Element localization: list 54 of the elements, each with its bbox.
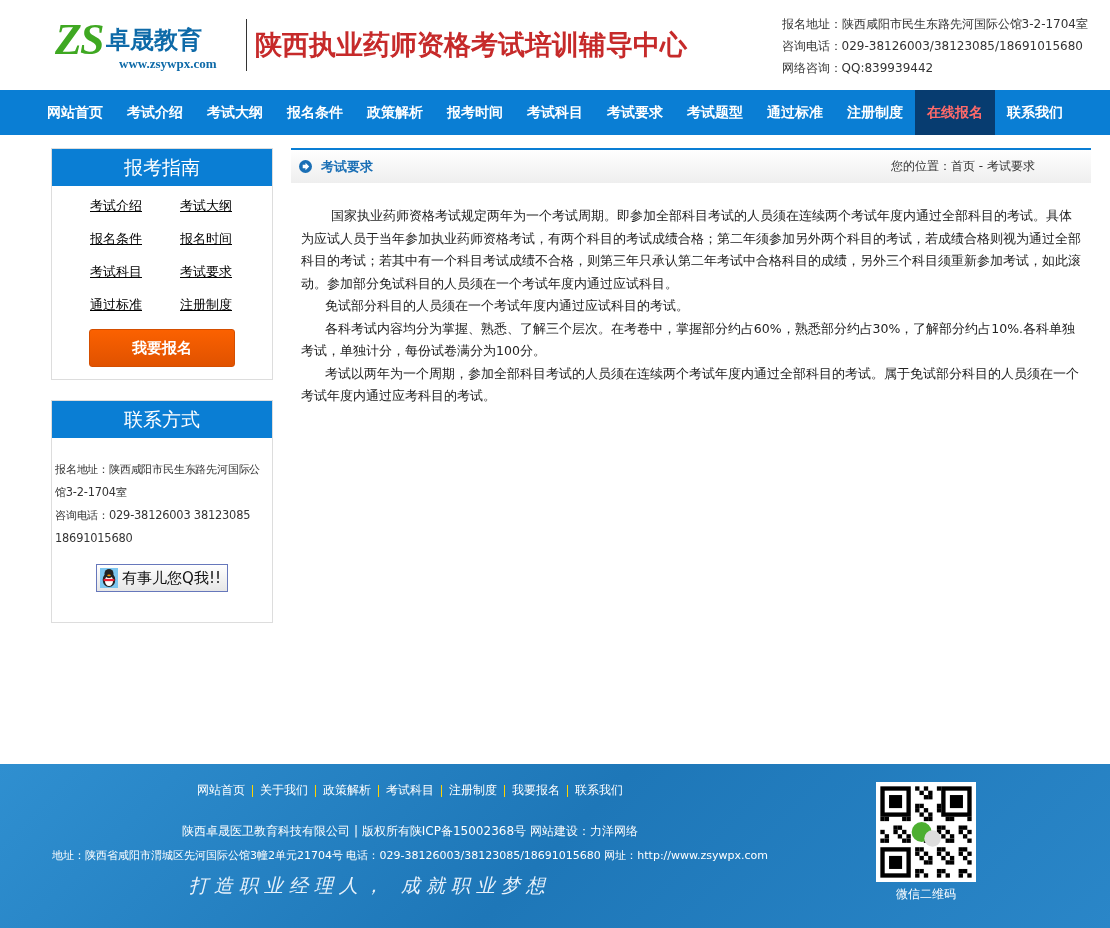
guide-link[interactable]: 报名条件 [90, 229, 142, 248]
site-title: 陕西执业药师资格考试培训辅导中心 [255, 28, 687, 62]
slogan: 打造职业经理人， 成就职业梦想 [188, 873, 551, 898]
guide-link[interactable]: 报名时间 [180, 229, 232, 248]
contact-line: 网络咨询：QQ:839939442 [781, 59, 935, 77]
contact-line: 报名地址：陕西咸阳市民生东路先河国际公馆3-2-1704室 [781, 15, 1088, 33]
footer-link[interactable]: 注册制度 [449, 782, 497, 799]
nav-link[interactable]: 网站首页 [35, 90, 115, 135]
nav-link[interactable]: 联系我们 [995, 90, 1075, 135]
qr-code-icon [876, 782, 976, 882]
arrow-circle-icon [299, 160, 312, 173]
nav-link[interactable]: 考试题型 [675, 90, 755, 135]
nav-link[interactable]: 注册制度 [835, 90, 915, 135]
article-paragraph: 国家执业药师资格考试规定两年为一个考试周期。即参加全部科目考试的人员须在连续两个考试年度内通过全部科目的考试。具体为应试人员于当年参加执业药师资格考试，有两个科目的考试成绩合格；第二年须参加另外两个科目的考试，若成绩合格则视为通过全部科目的考试；若其中有一个科目考试成绩不合格，则第三年只承认第二年考试中合格科目的成绩，另外三个科目须重新参加考试，如此滚动。参加部分免试科目的人员须在一个考试年度内通过应试科目。 [301, 207, 1081, 293]
breadcrumb: 您的位置：首页 - 考试要求 [891, 158, 1035, 175]
contact-line: 咨询电话：029-38126003/38123085/18691015680 [781, 37, 1084, 55]
panel-title: 联系方式 [52, 401, 272, 438]
penguin-icon [100, 568, 119, 588]
nav-link[interactable]: 通过标准 [755, 90, 835, 135]
guide-link[interactable]: 注册制度 [180, 295, 232, 314]
guide-link[interactable]: 考试大纲 [180, 196, 232, 215]
logo-url: www.zsywpx.com [119, 56, 218, 72]
company-info: 陕西卓晟医卫教育科技有限公司 | 版权所有陕ICP备15002368号 网站建设：力洋网络 [182, 823, 638, 840]
footer-link[interactable]: 考试科目 [386, 782, 434, 799]
address-info: 地址：陕西省咸阳市渭城区先河国际公馆3幢2单元21704号 电话：029-38126003/38123085/18691015680 网址：http://www.zsywpx.com [52, 848, 768, 863]
panel-title: 报考指南 [52, 149, 272, 186]
footer-link[interactable]: 关于我们 [260, 782, 308, 799]
qq-chat-button[interactable]: 有事儿您Q我!! [96, 564, 228, 592]
contact-text: 报名地址：陕西咸阳市民生东路先河国际公馆3-2-1704室 [54, 461, 262, 501]
article-paragraph: 各科考试内容均分为掌握、熟悉、了解三个层次。在考卷中，掌握部分约占60%，熟悉部分约占30%，了解部分约占10%.各科单独考试，单独计分，每份试卷满分为100分。 [301, 319, 1077, 360]
nav-link[interactable]: 考试科目 [515, 90, 595, 135]
nav-link[interactable]: 考试要求 [595, 90, 675, 135]
nav-link[interactable]: 在线报名 [915, 90, 995, 135]
footer-link[interactable]: 我要报名 [512, 782, 560, 799]
guide-link[interactable]: 通过标准 [90, 295, 142, 314]
contact-text: 咨询电话：029-38126003 38123085 18691015680 [54, 507, 252, 547]
nav-link[interactable]: 考试大纲 [195, 90, 275, 135]
nav-link[interactable]: 政策解析 [355, 90, 435, 135]
nav-link[interactable]: 报名条件 [275, 90, 355, 135]
guide-link[interactable]: 考试科目 [90, 262, 142, 281]
article-title: 考试要求 [321, 157, 373, 176]
footer-link[interactable]: 网站首页 [197, 782, 245, 799]
footer-link[interactable]: 政策解析 [323, 782, 371, 799]
logo-name: 卓晟教育 [106, 25, 203, 56]
article-paragraph: 考试以两年为一个周期，参加全部科目考试的人员须在连续两个考试年度内通过全部科目的考试。属于免试部分科目的人员须在一个考试年度内通过应考科目的考试。 [301, 364, 1080, 405]
nav-link[interactable]: 报考时间 [435, 90, 515, 135]
guide-link[interactable]: 考试要求 [180, 262, 232, 281]
footer-link[interactable]: 联系我们 [575, 782, 623, 799]
article-paragraph: 免试部分科目的人员须在一个考试年度内通过应试科目的考试。 [323, 297, 690, 315]
guide-link[interactable]: 考试介绍 [90, 196, 142, 215]
logo-letters: ZS [55, 18, 103, 62]
signup-button[interactable]: 我要报名 [89, 329, 235, 367]
qr-caption: 微信二维码 [896, 886, 956, 903]
nav-link[interactable]: 考试介绍 [115, 90, 195, 135]
